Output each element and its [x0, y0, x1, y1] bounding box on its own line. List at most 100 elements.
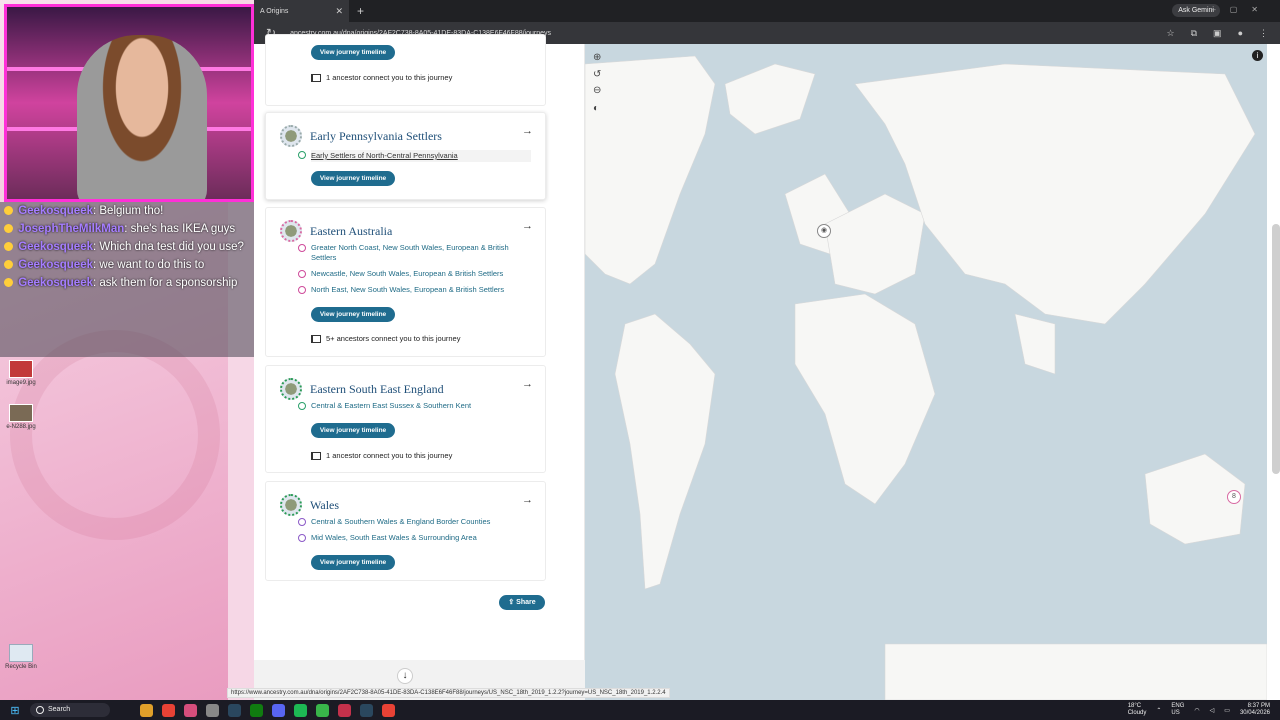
region-label: US — [1171, 710, 1180, 716]
windows-start-icon[interactable]: ⊞ — [0, 704, 30, 717]
journey-title[interactable]: Eastern Australia — [310, 224, 392, 239]
scroll-down-arrow-icon[interactable]: ↓ — [397, 668, 413, 684]
arrow-right-icon[interactable]: → — [522, 220, 533, 232]
community-marker-icon — [298, 286, 306, 294]
xbox-icon[interactable] — [250, 703, 263, 717]
journey-title[interactable]: Wales — [310, 498, 339, 513]
layer-toggle-icon[interactable]: ◐ — [593, 103, 599, 114]
chat-username: Geekosqueek — [18, 205, 93, 217]
arrow-right-icon[interactable]: → — [522, 494, 533, 506]
tray-chevron-icon[interactable]: ⌃ — [1156, 707, 1161, 714]
journey-card-header: Eastern Australia — [280, 220, 392, 242]
new-tab-button[interactable]: + — [357, 4, 364, 18]
bookmark-star-icon[interactable]: ☆ — [1167, 28, 1175, 39]
steam-icon[interactable] — [360, 703, 373, 717]
window-controls[interactable]: –▢✕ — [1211, 5, 1272, 14]
chat-badge-icon — [4, 242, 13, 252]
ancestor-connection-text: 5+ ancestors connect you to this journey — [326, 334, 461, 343]
reset-view-icon[interactable]: ↺ — [593, 69, 601, 80]
battery-icon[interactable]: ▭ — [1224, 707, 1230, 714]
community-link[interactable]: Newcastle, New South Wales, European & B… — [298, 269, 531, 279]
community-link[interactable]: Early Settlers of North-Central Pennsylv… — [298, 150, 531, 162]
journey-title[interactable]: Early Pennsylvania Settlers — [310, 129, 442, 144]
spotify-icon[interactable] — [294, 703, 307, 717]
tab-close-icon[interactable]: ✕ — [335, 6, 343, 17]
community-label: Central & Southern Wales & England Borde… — [311, 517, 491, 526]
chat-text: : we want to do this to — [93, 259, 205, 271]
community-link[interactable]: Central & Eastern East Sussex & Southern… — [298, 401, 531, 411]
volume-icon[interactable]: ◁ — [1210, 707, 1215, 714]
journey-card-early-pennsylvania-settlers[interactable]: Early Pennsylvania Settlers → Early Sett… — [265, 112, 546, 200]
app-icon[interactable] — [338, 703, 351, 717]
weather-desc: Cloudy — [1127, 710, 1147, 716]
image-thumbnail-icon — [9, 404, 33, 422]
ancestor-connection-line[interactable]: 1 ancestor connect you to this journey — [311, 73, 452, 82]
chat-badge-icon — [4, 260, 13, 270]
discord-icon[interactable] — [272, 703, 285, 717]
tab-ancestry-origins[interactable]: A Origins ✕ — [254, 0, 349, 22]
ancestor-connection-line[interactable]: 5+ ancestors connect you to this journey — [311, 334, 460, 343]
view-journey-timeline-button[interactable]: View journey timeline — [311, 555, 395, 570]
scrollbar[interactable] — [1272, 224, 1280, 474]
chrome-icon[interactable] — [162, 703, 175, 717]
chat-message: Geekosqueek: Belgium tho! — [4, 202, 250, 220]
community-marker-icon — [298, 518, 306, 526]
clock-date: 30/04/2026 — [1239, 710, 1270, 716]
profile-avatar[interactable]: ● — [1238, 28, 1243, 39]
chrome-icon[interactable] — [382, 703, 395, 717]
language-indicator[interactable]: ENG US — [1171, 703, 1184, 717]
ancestor-connection-line[interactable]: 1 ancestor connect you to this journey — [311, 451, 452, 460]
journey-card-partial: View journey timeline 1 ancestor connect… — [265, 34, 546, 106]
arrow-right-icon[interactable]: → — [522, 378, 533, 390]
chat-username: Geekosqueek — [18, 241, 93, 253]
file-explorer-icon[interactable] — [140, 703, 153, 717]
streamer-silhouette — [77, 35, 207, 199]
clock[interactable]: 8:37 PM 30/04/2026 — [1240, 703, 1270, 717]
taskbar-apps — [140, 703, 395, 717]
app-icon[interactable] — [184, 703, 197, 717]
steam-icon[interactable] — [228, 703, 241, 717]
world-map[interactable]: ⊕ ↺ ⊖ ◐ i ◉ 8 — [585, 44, 1267, 700]
settings-icon[interactable] — [206, 703, 219, 717]
chat-text: : ask them for a sponsorship — [93, 277, 238, 289]
community-link[interactable]: North East, New South Wales, European & … — [298, 285, 531, 295]
tab-bar: A Origins ✕ + Ask Gemini –▢✕ — [254, 0, 1280, 22]
weather-widget[interactable]: 18°C Cloudy — [1128, 703, 1147, 717]
taskbar-search[interactable]: Search — [30, 703, 110, 717]
view-journey-timeline-button[interactable]: View journey timeline — [311, 171, 395, 186]
map-cluster-marker[interactable]: 8 — [1227, 490, 1241, 504]
community-link[interactable]: Central & Southern Wales & England Borde… — [298, 517, 531, 527]
zoom-out-icon[interactable]: ⊖ — [593, 85, 601, 96]
journey-card-eastern-south-east-england[interactable]: Eastern South East England → Central & E… — [265, 365, 546, 473]
desktop-icon-label: image9.jpg — [6, 380, 36, 386]
view-journey-timeline-button[interactable]: View journey timeline — [311, 307, 395, 322]
desktop-icon-image9[interactable]: image9.jpg — [4, 360, 38, 386]
community-link[interactable]: Mid Wales, South East Wales & Surroundin… — [298, 533, 531, 543]
journey-card-header: Eastern South East England — [280, 378, 444, 400]
menu-icon[interactable]: ⋮ — [1259, 28, 1268, 39]
share-button[interactable]: ⇪ Share — [499, 595, 545, 610]
desktop-icon-recycle-bin[interactable]: Recycle Bin — [4, 644, 38, 670]
desktop-icon-e-n288[interactable]: e-N288.jpg — [4, 404, 38, 430]
app-icon[interactable] — [316, 703, 329, 717]
tab-title: A Origins — [260, 7, 289, 15]
map-location-pin-icon[interactable]: ◉ — [817, 224, 831, 238]
browser-window: A Origins ✕ + Ask Gemini –▢✕ ↻ ancestry.… — [254, 0, 1280, 700]
stream-chat-overlay: Geekosqueek: Belgium tho! JosephTheMilkM… — [0, 202, 254, 357]
zoom-in-icon[interactable]: ⊕ — [593, 52, 601, 63]
journey-card-wales[interactable]: Wales → Central & Southern Wales & Engla… — [265, 481, 546, 581]
sidebar-icon[interactable]: ▣ — [1213, 28, 1222, 39]
chat-text: : she's has IKEA guys — [124, 223, 236, 235]
chat-badge-icon — [4, 224, 13, 234]
info-icon[interactable]: i — [1252, 50, 1263, 61]
journey-card-eastern-australia[interactable]: Eastern Australia → Greater North Coast,… — [265, 207, 546, 357]
journey-title[interactable]: Eastern South East England — [310, 382, 444, 397]
chat-username: JosephTheMilkMan — [18, 223, 125, 235]
wifi-icon[interactable]: ◠ — [1194, 707, 1199, 714]
view-journey-timeline-button[interactable]: View journey timeline — [311, 45, 395, 60]
community-link[interactable]: Greater North Coast, New South Wales, Eu… — [298, 243, 531, 263]
arrow-right-icon[interactable]: → — [522, 125, 533, 137]
view-journey-timeline-button[interactable]: View journey timeline — [311, 423, 395, 438]
chat-message: Geekosqueek: ask them for a sponsorship — [4, 274, 250, 292]
extensions-icon[interactable]: ⧉ — [1191, 28, 1197, 39]
